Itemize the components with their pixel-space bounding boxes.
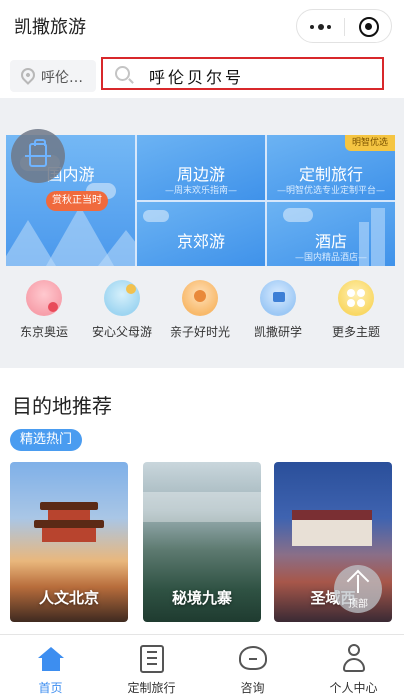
destination-label: 秘境九寨 [171,589,232,607]
mist-image [143,492,261,522]
family-icon [182,280,218,316]
consult-icon [239,646,267,670]
theme-row: 东京奥运 安心父母游 亲子好时光 凯撒研学 更多主题 [0,280,404,344]
tab-label: 首页 [38,681,63,695]
category-nearby[interactable]: 周边游 —周末欢乐指南— [137,135,265,200]
section-title: 目的地推荐 [12,394,112,418]
tab-home[interactable]: 首页 [0,635,101,700]
cloud-decoration [143,210,169,222]
palace-image [292,510,372,546]
location-selector[interactable]: 呼伦… [10,60,96,92]
profile-icon [343,644,365,674]
category-hotel[interactable]: 酒店 —国内精品酒店— [267,202,395,266]
theme-more[interactable]: 更多主题 [318,280,394,340]
tab-label: 咨询 [240,681,265,695]
theme-olympics[interactable]: 东京奥运 [6,280,82,340]
study-icon [260,280,296,316]
search-row: 呼伦… 呼伦贝尔号 [0,52,404,98]
parents-icon [104,280,140,316]
category-subtitle: —国内精品酒店— [294,253,367,263]
search-input[interactable]: 呼伦贝尔号 [101,57,384,90]
suitcase-float-icon[interactable] [11,129,65,183]
promo-badge: 赏秋正当时 [46,191,108,211]
location-label: 呼伦… [41,70,83,86]
destination-label: 人文北京 [38,589,99,607]
theme-label: 更多主题 [331,325,380,339]
home-icon [38,647,64,671]
olympics-icon [26,280,62,316]
theme-label: 安心父母游 [91,325,152,339]
mountain-decoration [98,230,135,266]
category-label: 酒店 [314,232,347,251]
category-custom[interactable]: 明智优选 定制旅行 —明智优选专业定制平台— [267,135,395,200]
category-label: 京郊游 [176,232,225,251]
custom-trip-icon [140,645,164,673]
category-label: 定制旅行 [298,165,363,184]
destination-card-beijing[interactable]: 人文北京 [10,462,128,622]
capsule-divider [344,18,345,36]
tab-custom-trip[interactable]: 定制旅行 [101,635,202,700]
app-title: 凯撒旅游 [14,17,86,38]
mini-program-capsule [296,9,392,43]
category-label: 周边游 [176,165,225,184]
category-suburb[interactable]: 京郊游 [137,202,265,266]
search-query: 呼伦贝尔号 [149,68,245,87]
tab-label: 个人中心 [329,681,378,695]
bottom-tab-bar: 首页 定制旅行 咨询 个人中心 [0,634,404,700]
theme-label: 亲子好时光 [169,325,230,339]
tab-profile[interactable]: 个人中心 [303,635,404,700]
tab-consult[interactable]: 咨询 [202,635,303,700]
more-icon[interactable] [310,24,332,30]
theme-study[interactable]: 凯撒研学 [240,280,316,340]
theme-label: 东京奥运 [19,325,68,339]
title-bar: 凯撒旅游 [0,0,404,52]
suitcase-icon [25,139,51,167]
tab-label: 定制旅行 [127,681,176,695]
pagoda-image [34,502,104,544]
theme-parents[interactable]: 安心父母游 [84,280,160,340]
category-subtitle: —明智优选专业定制平台— [276,186,385,196]
search-icon [115,66,130,81]
cloud-decoration [283,208,313,222]
destination-card-jiuzhai[interactable]: 秘境九寨 [143,462,261,622]
theme-label: 凯撒研学 [253,325,302,339]
filter-tab-hot[interactable]: 精选热门 [10,429,82,451]
back-to-top-button[interactable]: 顶部 [334,565,382,613]
location-pin-icon [18,65,38,85]
back-to-top-label: 顶部 [348,599,368,610]
theme-family[interactable]: 亲子好时光 [162,280,238,340]
category-subtitle: —周末欢乐指南— [164,186,237,196]
close-icon[interactable] [359,17,379,37]
corner-badge: 明智优选 [345,135,395,151]
more-themes-icon [338,280,374,316]
